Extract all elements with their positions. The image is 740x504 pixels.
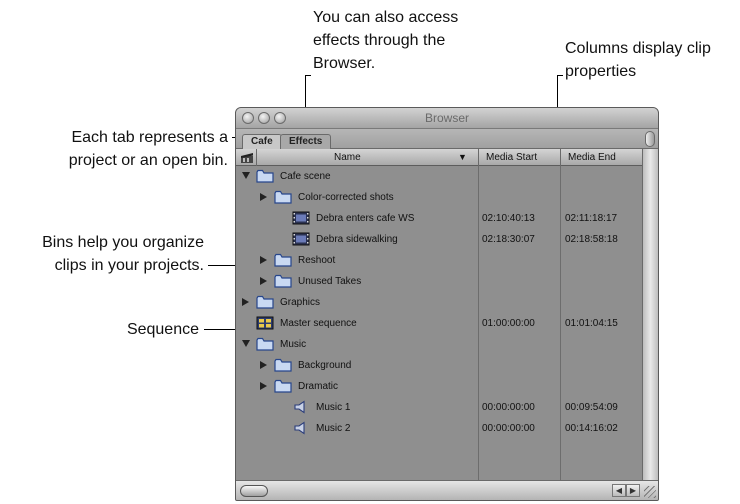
media-end-value: 02:18:58:18 <box>565 234 618 245</box>
tab-effects[interactable]: Effects <box>280 134 332 149</box>
disclosure-collapsed-icon[interactable] <box>260 382 267 390</box>
vertical-scrollbar[interactable] <box>642 149 658 482</box>
window-title: Browser <box>424 111 469 125</box>
folder-icon <box>256 295 274 312</box>
clip-row[interactable]: Debra sidewalking 02:18:30:07 02:18:58:18 <box>236 229 644 250</box>
folder-icon <box>274 358 292 375</box>
row-name: Reshoot <box>298 255 336 266</box>
header-separator <box>256 149 257 166</box>
tab-cafe[interactable]: Cafe <box>242 134 282 149</box>
clip-row[interactable]: Music 2 00:00:00:00 00:14:16:02 <box>236 418 644 439</box>
bin-row[interactable]: Unused Takes <box>236 271 644 292</box>
browser-window: Browser Cafe Effects Name ▼ Media Start … <box>235 107 659 501</box>
media-start-value: 00:00:00:00 <box>482 423 535 434</box>
clip-icon <box>292 211 310 228</box>
disclosure-expanded-icon[interactable] <box>242 340 250 347</box>
header-separator <box>560 149 561 166</box>
media-end-value: 02:11:18:17 <box>565 213 618 224</box>
audio-icon <box>292 400 310 417</box>
media-start-value: 02:18:30:07 <box>482 234 535 245</box>
media-end-value: 00:14:16:02 <box>565 423 618 434</box>
sequence-icon <box>256 316 274 333</box>
bin-row[interactable]: Background <box>236 355 644 376</box>
leader-effects-tick <box>305 75 311 76</box>
bin-row[interactable]: Reshoot <box>236 250 644 271</box>
column-header: Name ▼ Media Start Media End <box>236 149 644 166</box>
disclosure-collapsed-icon[interactable] <box>260 361 267 369</box>
scroll-right-button[interactable]: ▶ <box>626 484 640 497</box>
folder-icon <box>256 337 274 354</box>
tab-bar: Cafe Effects <box>236 129 658 149</box>
folder-icon <box>274 274 292 291</box>
bin-row[interactable]: Color-corrected shots <box>236 187 644 208</box>
disclosure-collapsed-icon[interactable] <box>260 277 267 285</box>
callout-columns: Columns display clip properties <box>565 40 711 80</box>
row-name: Unused Takes <box>298 276 362 287</box>
callout-sequence: Sequence <box>126 321 199 338</box>
bin-row[interactable]: Dramatic <box>236 376 644 397</box>
clip-list: Cafe scene Color-corrected shots Debra ent… <box>236 166 644 482</box>
bin-row[interactable]: Cafe scene <box>236 166 644 187</box>
folder-icon <box>274 379 292 396</box>
disclosure-collapsed-icon[interactable] <box>242 298 249 306</box>
row-name: Dramatic <box>298 381 339 392</box>
folder-icon <box>274 253 292 270</box>
bin-row[interactable]: Graphics <box>236 292 644 313</box>
row-name: Debra sidewalking <box>316 234 398 245</box>
horizontal-scrollbar[interactable]: ◀ ▶ <box>236 480 658 500</box>
header-separator <box>478 149 479 166</box>
row-name: Graphics <box>280 297 321 308</box>
callout-effects-browser: You can also access effects through the … <box>313 9 459 72</box>
media-start-value: 01:00:00:00 <box>482 318 535 329</box>
media-start-value: 00:00:00:00 <box>482 402 535 413</box>
header-name[interactable]: Name <box>334 149 361 166</box>
media-end-value: 01:01:04:15 <box>565 318 618 329</box>
row-name: Background <box>298 360 352 371</box>
row-name: Cafe scene <box>280 171 331 182</box>
disclosure-collapsed-icon[interactable] <box>260 193 267 201</box>
toolbar-toggle-knob[interactable] <box>645 131 655 147</box>
leader-columns-tick <box>557 75 563 76</box>
clip-row[interactable]: Debra enters cafe WS 02:10:40:13 02:11:18:… <box>236 208 644 229</box>
header-clip-icon <box>240 149 256 166</box>
header-media-end[interactable]: Media End <box>568 149 616 166</box>
row-name: Color-corrected shots <box>298 192 394 203</box>
scroll-thumb[interactable] <box>240 485 268 497</box>
row-name: Music <box>280 339 307 350</box>
title-bar[interactable]: Browser <box>236 108 658 129</box>
scroll-left-button[interactable]: ◀ <box>612 484 626 497</box>
bin-row[interactable]: Music <box>236 334 644 355</box>
row-name: Music 2 <box>316 423 351 434</box>
folder-icon <box>256 169 274 186</box>
folder-icon <box>274 190 292 207</box>
resize-grip-icon[interactable] <box>644 486 656 498</box>
clip-icon <box>292 232 310 249</box>
media-end-value: 00:09:54:09 <box>565 402 618 413</box>
header-media-start[interactable]: Media Start <box>486 149 537 166</box>
media-start-value: 02:10:40:13 <box>482 213 535 224</box>
callout-bins: Bins help you organize clips in your pro… <box>42 234 204 274</box>
audio-icon <box>292 421 310 438</box>
disclosure-expanded-icon[interactable] <box>242 172 250 179</box>
clip-row[interactable]: Master sequence 01:00:00:00 01:01:04:15 <box>236 313 644 334</box>
callout-tabs: Each tab represents a project or an open… <box>68 129 228 169</box>
disclosure-collapsed-icon[interactable] <box>260 256 267 264</box>
row-name: Music 1 <box>316 402 351 413</box>
clip-row[interactable]: Music 1 00:00:00:00 00:09:54:09 <box>236 397 644 418</box>
sort-arrow-icon[interactable]: ▼ <box>458 149 467 166</box>
row-name: Debra enters cafe WS <box>316 213 415 224</box>
row-name: Master sequence <box>280 318 357 329</box>
